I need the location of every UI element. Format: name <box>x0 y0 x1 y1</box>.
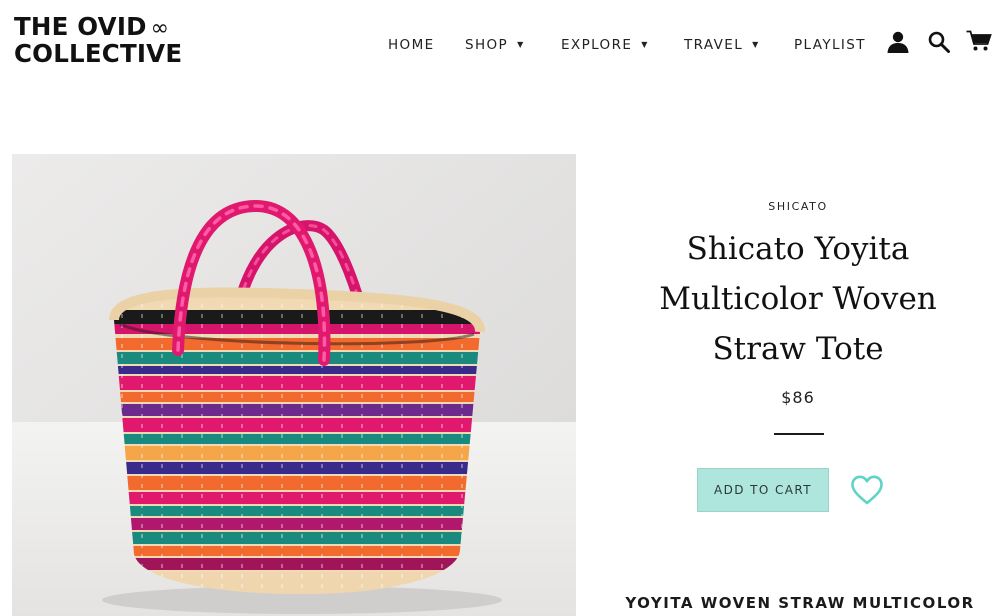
add-to-cart-button[interactable]: ADD TO CART <box>697 468 829 512</box>
caret-down-icon: ▼ <box>641 39 649 49</box>
divider <box>774 433 824 435</box>
logo-line-2: COLLECTIVE <box>14 39 183 68</box>
product-title: Shicato Yoyita Multicolor Woven Straw To… <box>659 231 937 367</box>
nav-playlist[interactable]: PLAYLIST <box>794 37 866 53</box>
nav-explore[interactable]: EXPLORE ▼ <box>561 37 649 53</box>
nav-shop[interactable]: SHOP ▼ <box>465 37 525 53</box>
infinity-symbol: ∞ <box>150 16 170 41</box>
nav-travel[interactable]: TRAVEL ▼ <box>684 37 760 53</box>
product-price: $86 <box>781 388 815 407</box>
caret-down-icon: ▼ <box>517 39 525 49</box>
nav-home[interactable]: HOME <box>388 37 435 53</box>
woven-straw-tote-photo <box>12 154 576 616</box>
search-icon[interactable] <box>928 31 950 53</box>
heart-icon[interactable] <box>850 474 884 506</box>
caret-down-icon: ▼ <box>752 39 760 49</box>
product-image[interactable] <box>12 154 576 616</box>
product-vendor[interactable]: SHICATO <box>698 200 898 213</box>
description-heading: YOYITA WOVEN STRAW MULTICOLOR <box>625 594 975 612</box>
nav-explore-label: EXPLORE <box>561 37 633 53</box>
cart-icon[interactable] <box>966 30 992 52</box>
account-icon[interactable] <box>886 30 910 54</box>
logo-line-1: THE OVID ∞ <box>14 12 170 41</box>
nav-shop-label: SHOP <box>465 37 509 53</box>
nav-home-label: HOME <box>388 37 435 53</box>
site-logo[interactable]: THE OVID ∞ COLLECTIVE <box>14 14 194 66</box>
nav-playlist-label: PLAYLIST <box>794 37 866 53</box>
nav-travel-label: TRAVEL <box>684 37 744 53</box>
